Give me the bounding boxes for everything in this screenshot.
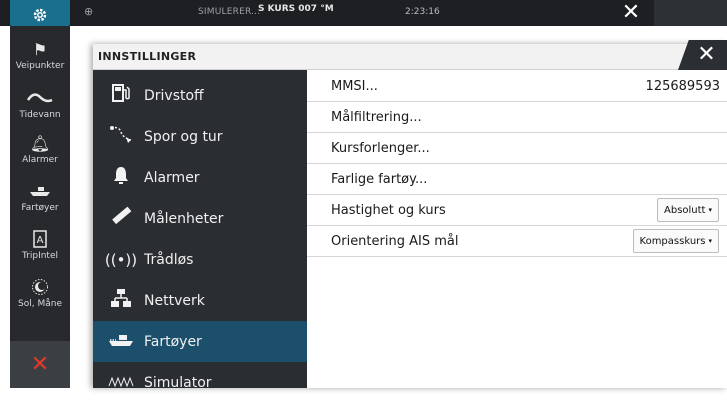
setting-mmsi[interactable]: MMSI... 125689593 xyxy=(307,71,727,102)
category-label: Simulator xyxy=(144,374,212,391)
simulating-status: SIMULERER... xyxy=(198,7,261,17)
left-toolbar: ⚑ Veipunkter Tidevann 🔔︎ Alarmer Fartøye… xyxy=(10,26,70,388)
bell-icon: 🔔︎ xyxy=(29,134,51,153)
toolbar-item-tripintel[interactable]: A TripIntel xyxy=(10,230,70,280)
close-icon: ✕ xyxy=(30,352,50,377)
setting-dangerous-vessels[interactable]: Farlige fartøy... xyxy=(307,164,727,195)
toolbar-item-label: Tidevann xyxy=(19,110,61,120)
close-icon: ✕ xyxy=(621,0,641,25)
flag-icon: ⚑ xyxy=(32,40,48,59)
setting-course-extension[interactable]: Kursforlenger... xyxy=(307,133,727,164)
speed-course-dropdown[interactable]: Absolutt ▾ xyxy=(657,198,719,222)
ais-orientation-dropdown[interactable]: Kompasskurs ▾ xyxy=(632,229,719,253)
sun-moon-icon xyxy=(10,278,70,298)
dialog-title: INNSTILLINGER xyxy=(98,50,197,63)
vessels-icon xyxy=(10,182,70,202)
toolbar-item-waypoints[interactable]: ⚑ Veipunkter xyxy=(10,40,70,90)
category-fuel[interactable]: Drivstoff xyxy=(93,75,307,116)
toolbar-item-label: Veipunkter xyxy=(15,61,65,71)
dropdown-value: Absolutt xyxy=(664,204,706,216)
category-network[interactable]: Nettverk xyxy=(93,280,307,321)
toolbar-item-vessels[interactable]: Fartøyer xyxy=(10,182,70,232)
category-vessels[interactable]: Fartøyer xyxy=(93,321,307,362)
close-icon: ✕ xyxy=(697,42,716,67)
category-label: Fartøyer xyxy=(144,333,202,350)
setting-label: MMSI... xyxy=(331,78,378,94)
toolbar-close-button[interactable]: ✕ xyxy=(10,341,70,388)
statusbar-right-panel xyxy=(654,0,727,26)
setting-target-filter[interactable]: Målfiltrering... xyxy=(307,102,727,133)
category-label: Nettverk xyxy=(144,292,205,309)
toolbar-item-alarms[interactable]: 🔔︎ Alarmer xyxy=(10,134,70,184)
track-icon xyxy=(101,124,141,149)
gear-icon xyxy=(33,8,47,21)
ruler-icon xyxy=(101,205,141,232)
category-alarms[interactable]: Alarmer xyxy=(93,157,307,198)
category-wireless[interactable]: ((•)) Trådløs xyxy=(93,239,307,280)
setting-ais-orientation: Orientering AIS mål Kompasskurs ▾ xyxy=(307,226,727,257)
category-label: Drivstoff xyxy=(144,87,204,104)
setting-label: Orientering AIS mål xyxy=(331,233,459,249)
setting-label: Målfiltrering... xyxy=(331,109,422,125)
toolbar-item-tides[interactable]: Tidevann xyxy=(10,89,70,139)
simulator-icon xyxy=(101,372,141,393)
category-label: Målenheter xyxy=(144,210,224,227)
toolbar-item-label: Fartøyer xyxy=(21,203,59,213)
toolbar-item-sun-moon[interactable]: Sol, Måne xyxy=(10,278,70,328)
setting-label: Kursforlenger... xyxy=(331,140,430,156)
wireless-icon: ((•)) xyxy=(104,250,138,269)
bell-icon xyxy=(101,165,141,190)
dropdown-value: Kompasskurs xyxy=(639,235,706,247)
setting-label: Farlige fartøy... xyxy=(331,171,428,187)
fuel-pump-icon xyxy=(101,83,141,108)
category-tracks[interactable]: Spor og tur xyxy=(93,116,307,157)
svg-text:A: A xyxy=(37,235,44,246)
course-readout: S KURS 007 °M xyxy=(258,4,334,14)
category-label: Spor og tur xyxy=(144,128,223,145)
setting-speed-course: Hastighet og kurs Absolutt ▾ xyxy=(307,195,727,226)
setting-label: Hastighet og kurs xyxy=(331,202,446,218)
toolbar-item-label: Sol, Måne xyxy=(18,299,62,309)
clock-time: 2:23:16 xyxy=(405,7,440,17)
toolbar-item-label: TripIntel xyxy=(21,251,58,261)
globe-icon: ⊕ xyxy=(84,5,94,18)
mmsi-value: 125689593 xyxy=(645,78,720,94)
settings-category-list: Drivstoff Spor og tur Alarmer Målenheter… xyxy=(93,70,307,391)
category-units[interactable]: Målenheter xyxy=(93,198,307,239)
toolbar-item-label: Alarmer xyxy=(22,155,58,165)
category-label: Alarmer xyxy=(144,169,200,186)
tripintel-icon: A xyxy=(10,230,70,250)
network-icon xyxy=(101,288,141,313)
top-close-button[interactable]: ✕ xyxy=(618,0,644,26)
tide-wave-icon xyxy=(10,89,70,109)
category-label: Trådløs xyxy=(144,251,194,268)
chevron-down-icon: ▾ xyxy=(708,206,712,214)
vessels-icon xyxy=(101,331,141,352)
settings-gear-button[interactable] xyxy=(10,0,70,29)
chevron-down-icon: ▾ xyxy=(708,237,712,245)
category-simulator[interactable]: Simulator xyxy=(93,362,307,403)
